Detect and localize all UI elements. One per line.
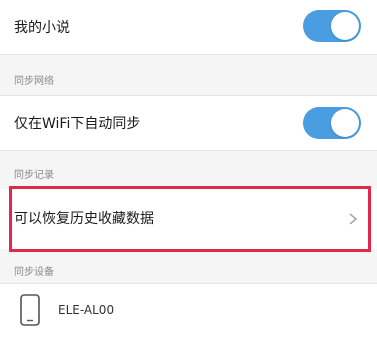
my-novels-toggle[interactable]: [303, 10, 361, 42]
device-name: ELE-AL00: [58, 303, 115, 317]
settings-row-device: ELE-AL00: [0, 284, 377, 339]
section-header-sync-records: 同步记录: [0, 151, 377, 189]
wifi-only-toggle[interactable]: [303, 107, 361, 139]
settings-row-restore-history[interactable]: 可以恢复历史收藏数据: [0, 189, 377, 249]
restore-history-label: 可以恢复历史收藏数据: [14, 211, 154, 227]
settings-row-wifi-only: 仅在WiFi下自动同步: [0, 96, 377, 150]
section-header-sync-network: 同步网络: [0, 55, 377, 95]
section-title-sync-network: 同步网络: [14, 76, 54, 87]
phone-icon: [20, 294, 40, 326]
section-title-sync-records: 同步记录: [14, 170, 54, 181]
wifi-only-label: 仅在WiFi下自动同步: [14, 116, 141, 132]
toggle-knob: [331, 12, 359, 40]
settings-row-my-novels: 我的小说: [0, 0, 377, 54]
section-header-sync-devices: 同步设备: [0, 249, 377, 283]
toggle-knob: [331, 109, 359, 137]
section-title-sync-devices: 同步设备: [14, 267, 54, 278]
my-novels-label: 我的小说: [14, 20, 70, 36]
chevron-right-icon: [349, 213, 357, 225]
sync-settings-screen: 我的小说 同步网络 仅在WiFi下自动同步 同步记录 可以恢复历史收藏数据 同步…: [0, 0, 377, 339]
